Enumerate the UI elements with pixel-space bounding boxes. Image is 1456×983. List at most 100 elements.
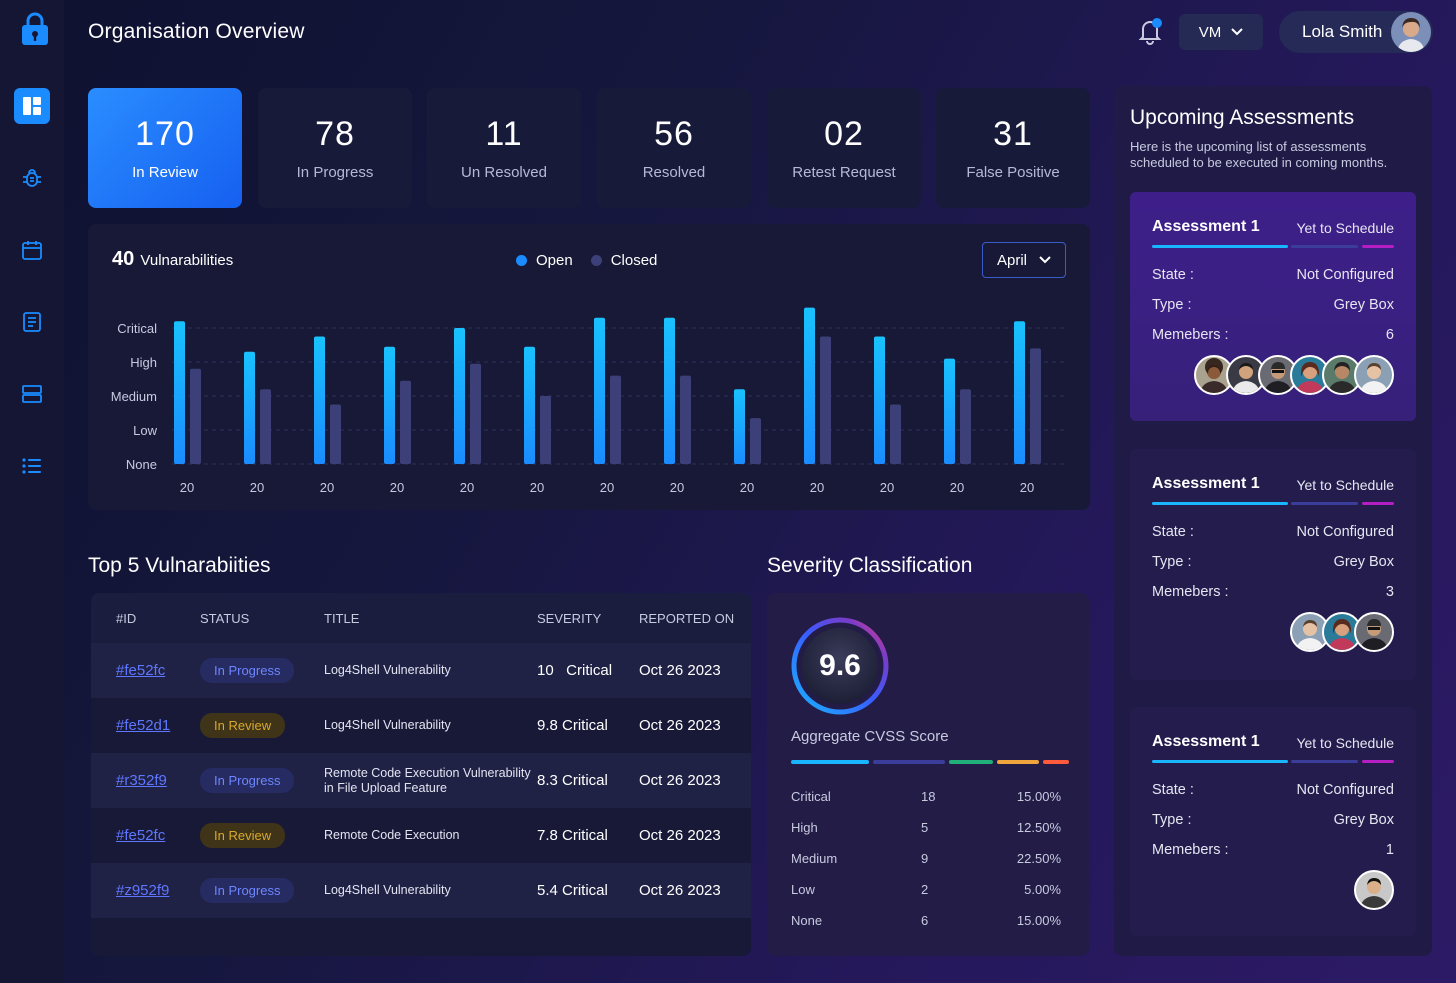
- type-label: Type :: [1152, 554, 1192, 570]
- assessment-card[interactable]: Assessment 1 Yet to Schedule State : Not …: [1130, 192, 1416, 421]
- table-row[interactable]: #fe52d1 In Review Log4Shell Vulnerabilit…: [91, 698, 751, 753]
- vuln-id-link[interactable]: #r352f9: [116, 772, 167, 789]
- notification-bell-icon[interactable]: [1136, 16, 1164, 46]
- nav-calendar[interactable]: [14, 232, 50, 268]
- bar-closed[interactable]: [400, 380, 411, 464]
- bar-closed[interactable]: [820, 336, 831, 465]
- table-row[interactable]: #r352f9 In Progress Remote Code Executio…: [91, 753, 751, 808]
- stat-card-resolved[interactable]: 56 Resolved: [597, 88, 751, 208]
- assessment-progress: [1152, 760, 1394, 764]
- x-tick-label: 20: [670, 480, 684, 495]
- table-row[interactable]: #fe52fc In Progress Log4Shell Vulnerabil…: [91, 643, 751, 698]
- bar-open[interactable]: [384, 346, 395, 464]
- stat-label: In Progress: [296, 164, 374, 181]
- bar-open[interactable]: [524, 346, 535, 464]
- col-reported: REPORTED ON: [639, 610, 735, 626]
- vuln-title: Log4Shell Vulnerability: [324, 663, 451, 677]
- bar-open[interactable]: [804, 307, 815, 464]
- bar-closed[interactable]: [330, 404, 341, 465]
- vuln-date: Oct 26 2023: [639, 827, 721, 844]
- bar-closed[interactable]: [610, 375, 621, 464]
- vuln-title: Log4Shell Vulnerability: [324, 883, 451, 897]
- list-icon: [22, 458, 41, 474]
- nav-servers[interactable]: [14, 376, 50, 412]
- table-header: #ID STATUS TITLE SEVERITY REPORTED ON: [91, 593, 751, 643]
- bar-open[interactable]: [174, 321, 185, 464]
- assessment-card[interactable]: Assessment 1 Yet to Schedule State : Not …: [1130, 449, 1416, 680]
- stat-card-in-progress[interactable]: 78 In Progress: [258, 88, 412, 208]
- bar-critical: [791, 760, 869, 764]
- col-severity: SEVERITY: [537, 610, 602, 626]
- stat-card-false-positive[interactable]: 31 False Positive: [936, 88, 1090, 208]
- bar-open[interactable]: [314, 336, 325, 465]
- bar-closed[interactable]: [680, 375, 691, 464]
- bar-closed[interactable]: [540, 396, 551, 464]
- bar-high: [873, 760, 945, 764]
- members-value: 3: [1385, 584, 1394, 600]
- bar-closed[interactable]: [260, 389, 271, 464]
- vuln-id-link[interactable]: #fe52fc: [116, 827, 165, 844]
- nav-vulnerabilities[interactable]: [14, 160, 50, 196]
- assessment-card[interactable]: Assessment 1 Yet to Schedule State : Not …: [1130, 707, 1416, 936]
- x-tick-label: 20: [1020, 480, 1034, 495]
- stat-label: False Positive: [966, 164, 1060, 181]
- nav-list[interactable]: [14, 448, 50, 484]
- bar-open[interactable]: [1014, 321, 1025, 464]
- avatar: [1354, 870, 1394, 910]
- bar-open[interactable]: [944, 358, 955, 464]
- cvss-label: Aggregate CVSS Score: [791, 728, 949, 745]
- stat-card-in-review[interactable]: 170 In Review: [88, 88, 242, 208]
- stat-card-unresolved[interactable]: 11 Un Resolved: [427, 88, 581, 208]
- vuln-severity: 10 Critical: [537, 662, 613, 679]
- bar-closed[interactable]: [890, 404, 901, 465]
- bar-open[interactable]: [454, 328, 465, 464]
- bar-open[interactable]: [734, 389, 745, 464]
- stat-value: 56: [654, 115, 694, 153]
- bar-open[interactable]: [594, 317, 605, 464]
- vuln-title: Log4Shell Vulnerability: [324, 718, 451, 732]
- vuln-id-link[interactable]: #fe52fc: [116, 662, 165, 679]
- x-tick-label: 20: [740, 480, 754, 495]
- org-select[interactable]: VM: [1179, 14, 1263, 50]
- assessment-status: Yet to Schedule: [1296, 220, 1394, 236]
- y-tick-label: Medium: [111, 389, 157, 404]
- bar-closed[interactable]: [750, 418, 761, 464]
- vuln-id-link[interactable]: #z952f9: [116, 882, 169, 899]
- bar-open[interactable]: [244, 351, 255, 464]
- bar-closed[interactable]: [960, 389, 971, 464]
- x-tick-label: 20: [320, 480, 334, 495]
- top5-title: Top 5 Vulnarabiities: [88, 554, 271, 577]
- x-tick-label: 20: [950, 480, 964, 495]
- stat-card-retest-request[interactable]: 02 Retest Request: [767, 88, 921, 208]
- bar-closed[interactable]: [1030, 348, 1041, 464]
- bar-closed[interactable]: [190, 368, 201, 464]
- table-row[interactable]: #z952f9 In Progress Log4Shell Vulnerabil…: [91, 863, 751, 918]
- members-label: Memebers :: [1152, 842, 1229, 858]
- bar-open[interactable]: [874, 336, 885, 465]
- dashboard-icon: [23, 97, 41, 115]
- stat-label: Resolved: [642, 164, 706, 181]
- bar-closed[interactable]: [470, 363, 481, 464]
- vuln-id-link[interactable]: #fe52d1: [116, 717, 170, 734]
- vuln-date: Oct 26 2023: [639, 662, 721, 679]
- type-label: Type :: [1152, 812, 1192, 828]
- lock-logo-icon[interactable]: [20, 12, 50, 46]
- nav-dashboard[interactable]: [14, 88, 50, 124]
- assessment-type-row: Type : Grey Box: [1152, 554, 1394, 570]
- vuln-severity: 9.8 Critical: [537, 717, 608, 734]
- state-label: State :: [1152, 267, 1194, 283]
- severity-count: 9: [921, 851, 929, 866]
- chevron-down-icon: [1039, 256, 1051, 264]
- user-menu[interactable]: Lola Smith: [1279, 11, 1433, 53]
- month-select[interactable]: April: [982, 242, 1066, 278]
- bar-open[interactable]: [664, 317, 675, 464]
- x-tick-label: 20: [460, 480, 474, 495]
- assessment-progress: [1152, 245, 1394, 249]
- vuln-date: Oct 26 2023: [639, 772, 721, 789]
- severity-count: 2: [921, 882, 929, 897]
- severity-pct: 12.50%: [1016, 820, 1061, 835]
- nav-reports[interactable]: [14, 304, 50, 340]
- members-value: 6: [1385, 327, 1394, 343]
- stat-value: 02: [824, 115, 864, 153]
- table-row[interactable]: #fe52fc In Review Remote Code Execution …: [91, 808, 751, 863]
